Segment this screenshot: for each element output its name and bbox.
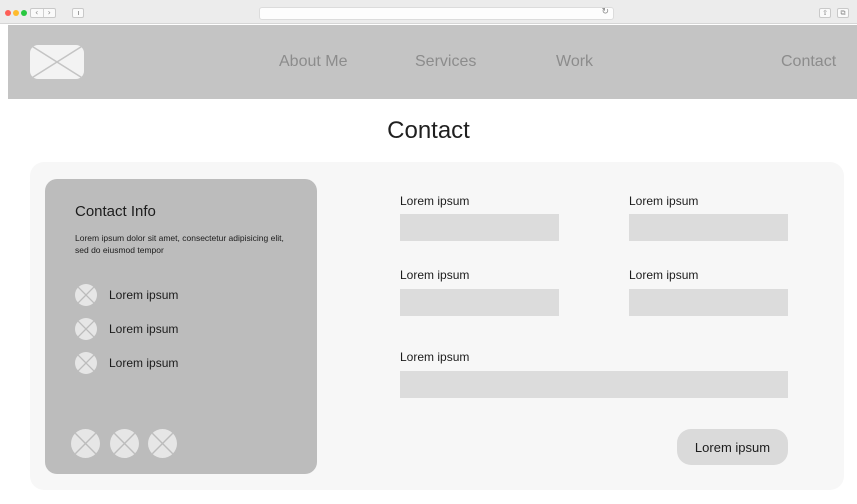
history-nav: ‹ › [30, 8, 56, 18]
contact-info-label: Lorem ipsum [109, 288, 179, 302]
browser-toolbar: ‹ › ↻ ⇧ ⧉ [0, 0, 857, 24]
social-placeholder-icon[interactable] [110, 429, 139, 458]
form-input[interactable] [629, 289, 788, 316]
nav-link-contact[interactable]: Contact [781, 53, 836, 71]
forward-icon[interactable]: › [44, 9, 56, 17]
close-window-button[interactable] [5, 10, 11, 16]
contact-info-label: Lorem ipsum [109, 356, 179, 370]
contact-info-label: Lorem ipsum [109, 322, 179, 336]
sidebar-toggle-icon[interactable] [72, 8, 84, 18]
contact-info-title: Contact Info [75, 203, 156, 220]
zoom-window-button[interactable] [21, 10, 27, 16]
address-bar[interactable]: ↻ [259, 7, 614, 20]
form-field-label: Lorem ipsum [629, 268, 699, 282]
page-title: Contact [387, 117, 470, 144]
form-input[interactable] [400, 289, 559, 316]
form-field-label: Lorem ipsum [400, 268, 470, 282]
form-input[interactable] [400, 214, 559, 241]
form-field-label: Lorem ipsum [400, 350, 470, 364]
social-placeholder-icon[interactable] [148, 429, 177, 458]
contact-info-item: Lorem ipsum [75, 318, 178, 340]
contact-info-description: Lorem ipsum dolor sit amet, consectetur … [75, 233, 284, 255]
placeholder-circle-icon [75, 318, 97, 340]
placeholder-circle-icon [75, 284, 97, 306]
contact-info-item: Lorem ipsum [75, 284, 178, 306]
social-placeholder-icon[interactable] [71, 429, 100, 458]
message-input[interactable] [400, 371, 788, 398]
minimize-window-button[interactable] [13, 10, 19, 16]
nav-link-services[interactable]: Services [415, 53, 476, 71]
tabs-overview-icon[interactable]: ⧉ [837, 8, 849, 18]
submit-button[interactable]: Lorem ipsum [677, 429, 788, 465]
placeholder-circle-icon [75, 352, 97, 374]
form-input[interactable] [629, 214, 788, 241]
image-placeholder-icon[interactable] [30, 45, 84, 79]
contact-info-item: Lorem ipsum [75, 352, 178, 374]
share-icon[interactable]: ⇧ [819, 8, 831, 18]
contact-info-card: Contact Info Lorem ipsum dolor sit amet,… [45, 179, 317, 474]
reload-icon[interactable]: ↻ [601, 7, 609, 17]
site-header: About Me Services Work Contact [8, 25, 857, 99]
back-icon[interactable]: ‹ [31, 9, 44, 17]
nav-link-work[interactable]: Work [556, 53, 593, 71]
form-field-label: Lorem ipsum [629, 194, 699, 208]
form-field-label: Lorem ipsum [400, 194, 470, 208]
nav-link-about[interactable]: About Me [279, 53, 347, 71]
